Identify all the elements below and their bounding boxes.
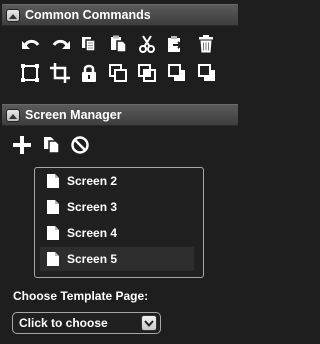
screen-list-item-label: Screen 3 bbox=[67, 200, 118, 214]
template-select-value: Click to choose bbox=[19, 316, 108, 330]
screen-list-item[interactable]: Screen 3 bbox=[40, 195, 194, 219]
crop-icon bbox=[50, 63, 70, 83]
paste-special-button[interactable] bbox=[163, 33, 187, 55]
page-icon bbox=[47, 174, 59, 188]
send-backward-button[interactable] bbox=[165, 62, 189, 84]
screen-list-item-label: Screen 4 bbox=[67, 226, 118, 240]
screen-list-item[interactable]: Screen 4 bbox=[40, 221, 194, 245]
screen-list-item-selected[interactable]: Screen 5 bbox=[40, 247, 194, 271]
bring-forward-button[interactable] bbox=[135, 62, 159, 84]
cut-icon bbox=[139, 35, 155, 53]
bring-to-front-icon bbox=[109, 64, 127, 82]
bring-forward-icon bbox=[138, 64, 156, 82]
redo-button[interactable] bbox=[49, 33, 73, 55]
delete-button[interactable] bbox=[194, 33, 218, 55]
screen-list-item[interactable]: Screen 2 bbox=[40, 169, 194, 193]
template-select[interactable]: Click to choose bbox=[12, 312, 161, 334]
send-backward-icon bbox=[168, 64, 185, 81]
copy-icon bbox=[82, 37, 96, 52]
page-icon bbox=[47, 200, 59, 214]
chevron-up-icon bbox=[9, 13, 17, 19]
paste-special-icon bbox=[168, 36, 183, 52]
cut-button[interactable] bbox=[135, 33, 159, 55]
screen-list[interactable]: Screen 2 Screen 3 Screen 4 Screen 5 bbox=[34, 167, 204, 278]
page-icon bbox=[47, 226, 59, 240]
add-screen-button[interactable] bbox=[10, 134, 34, 156]
send-to-back-icon bbox=[198, 64, 215, 81]
common-commands-header[interactable]: Common Commands bbox=[2, 4, 238, 26]
screen-list-item-label: Screen 5 bbox=[67, 252, 118, 266]
undo-icon bbox=[22, 39, 40, 49]
page-icon bbox=[47, 252, 59, 266]
select-all-icon bbox=[21, 64, 39, 82]
redo-icon bbox=[52, 39, 70, 49]
duplicate-screen-button[interactable] bbox=[40, 134, 64, 156]
lock-button[interactable] bbox=[77, 62, 101, 84]
delete-icon bbox=[199, 35, 213, 53]
no-screen-icon bbox=[71, 136, 89, 154]
lock-icon bbox=[82, 64, 96, 82]
copy-button[interactable] bbox=[77, 33, 101, 55]
collapse-screen-manager-button[interactable] bbox=[6, 109, 20, 122]
select-all-button[interactable] bbox=[18, 62, 42, 84]
screen-manager-header[interactable]: Screen Manager bbox=[2, 104, 238, 126]
bring-to-front-button[interactable] bbox=[106, 62, 130, 84]
collapse-common-commands-button[interactable] bbox=[6, 9, 20, 22]
crop-button[interactable] bbox=[48, 62, 72, 84]
template-label: Choose Template Page: bbox=[13, 289, 149, 303]
add-screen-icon bbox=[13, 136, 31, 154]
template-select-toggle[interactable] bbox=[141, 315, 157, 331]
screen-list-item-label: Screen 2 bbox=[67, 174, 118, 188]
duplicate-screen-icon bbox=[44, 137, 60, 154]
screen-manager-title: Screen Manager bbox=[25, 108, 122, 122]
no-screen-button[interactable] bbox=[68, 134, 92, 156]
common-commands-title: Common Commands bbox=[25, 8, 151, 22]
undo-button[interactable] bbox=[19, 33, 43, 55]
send-to-back-button[interactable] bbox=[195, 62, 219, 84]
chevron-down-icon bbox=[144, 319, 154, 327]
paste-button[interactable] bbox=[106, 33, 130, 55]
paste-icon bbox=[111, 35, 127, 53]
chevron-up-icon bbox=[9, 113, 17, 119]
